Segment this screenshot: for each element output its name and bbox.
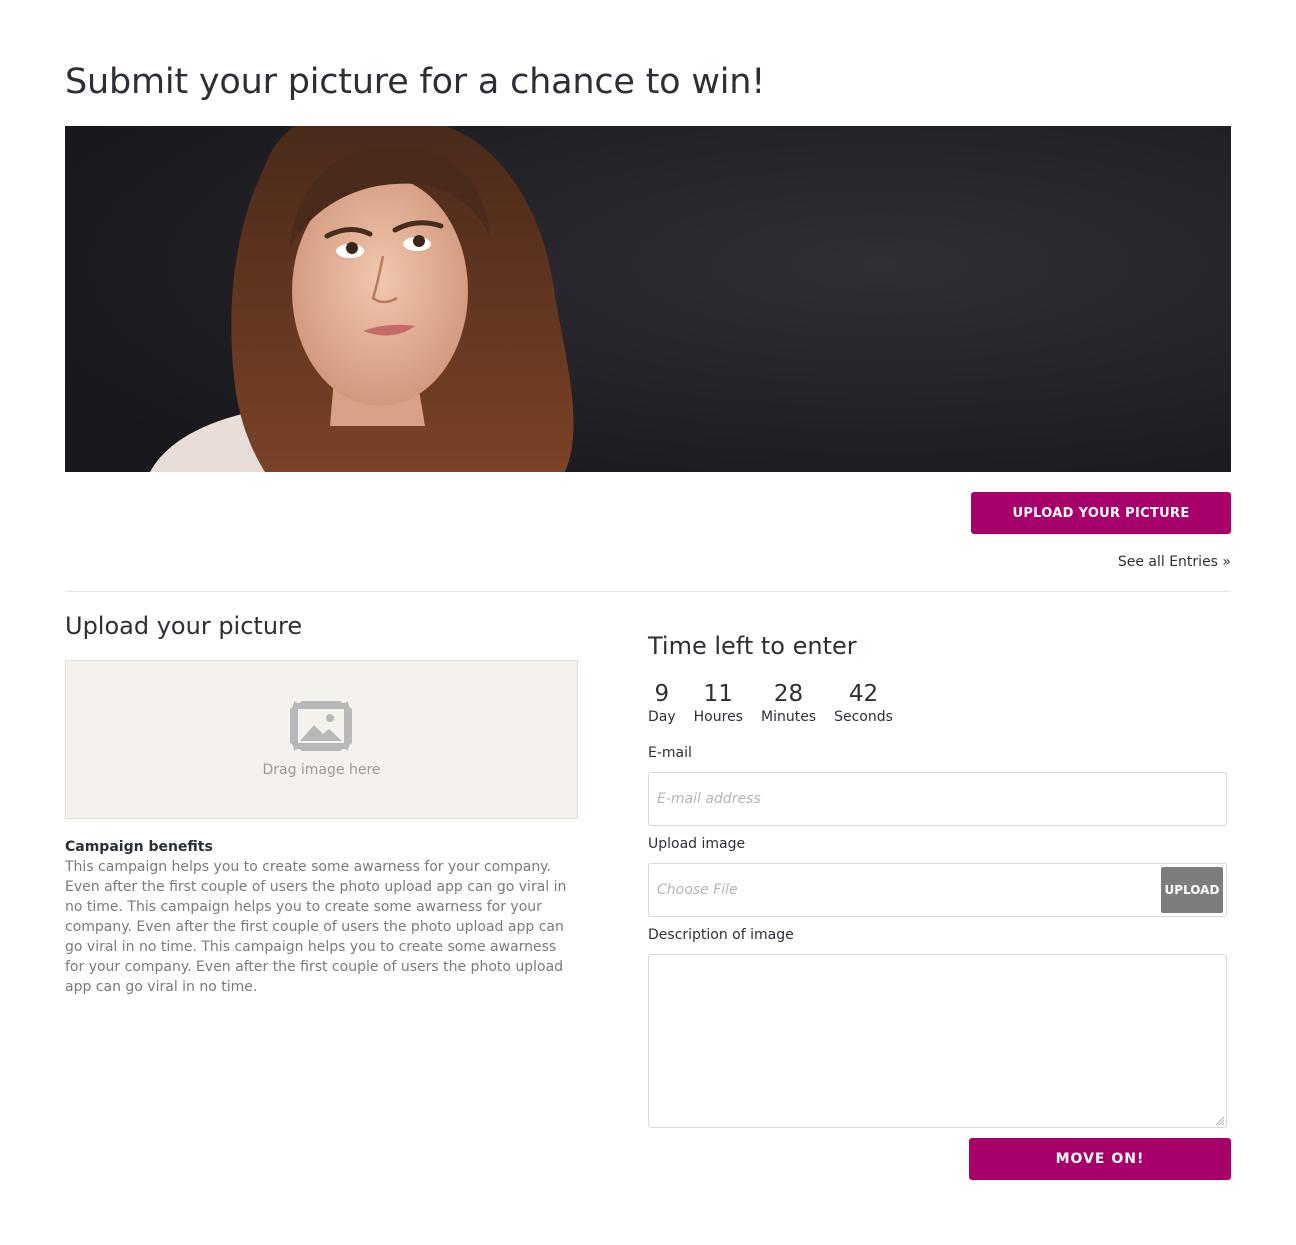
- countdown-hours: 11 Houres: [694, 680, 743, 726]
- upload-your-picture-button[interactable]: UPLOAD YOUR PICTURE: [971, 492, 1231, 534]
- file-chooser[interactable]: Choose File UPLOAD: [648, 863, 1227, 917]
- upload-section-heading: Upload your picture: [65, 612, 303, 640]
- file-upload-button[interactable]: UPLOAD: [1161, 867, 1223, 913]
- page-title: Submit your picture for a chance to win!: [65, 62, 766, 102]
- move-on-button[interactable]: MOVE ON!: [969, 1138, 1231, 1180]
- resize-grip-icon[interactable]: [1215, 1116, 1225, 1126]
- countdown-seconds-value: 42: [848, 681, 879, 707]
- countdown-minutes-value: 28: [773, 681, 804, 707]
- countdown-heading: Time left to enter: [648, 632, 857, 660]
- email-label: E-mail: [648, 745, 692, 761]
- image-dropzone[interactable]: Drag image here: [65, 660, 578, 819]
- countdown-hours-label: Houres: [693, 709, 743, 725]
- upload-image-label: Upload image: [648, 836, 746, 852]
- countdown-days: 9 Day: [648, 680, 676, 726]
- countdown-days-label: Day: [648, 709, 676, 725]
- countdown-hours-value: 11: [703, 681, 733, 707]
- hero-banner-image: [65, 126, 1231, 472]
- picture-frame-icon: [290, 701, 352, 751]
- countdown-minutes: 28 Minutes: [761, 680, 816, 726]
- see-all-entries-link[interactable]: See all Entries »: [1118, 554, 1231, 570]
- countdown-timer: 9 Day 11 Houres 28 Minutes 42 Seconds: [648, 680, 911, 726]
- campaign-benefits-title: Campaign benefits: [65, 839, 213, 855]
- dropzone-text: Drag image here: [262, 762, 381, 778]
- countdown-seconds-label: Seconds: [834, 709, 893, 725]
- countdown-minutes-label: Minutes: [760, 709, 817, 725]
- email-field[interactable]: [648, 772, 1227, 826]
- countdown-seconds: 42 Seconds: [834, 680, 893, 726]
- choose-file-placeholder[interactable]: Choose File: [657, 882, 738, 898]
- section-divider: [65, 591, 1231, 592]
- description-label: Description of image: [648, 927, 794, 943]
- hero-photo: [65, 126, 1231, 472]
- description-textarea[interactable]: [648, 954, 1227, 1128]
- campaign-benefits-text: This campaign helps you to create some a…: [65, 859, 567, 995]
- countdown-days-value: 9: [654, 681, 670, 707]
